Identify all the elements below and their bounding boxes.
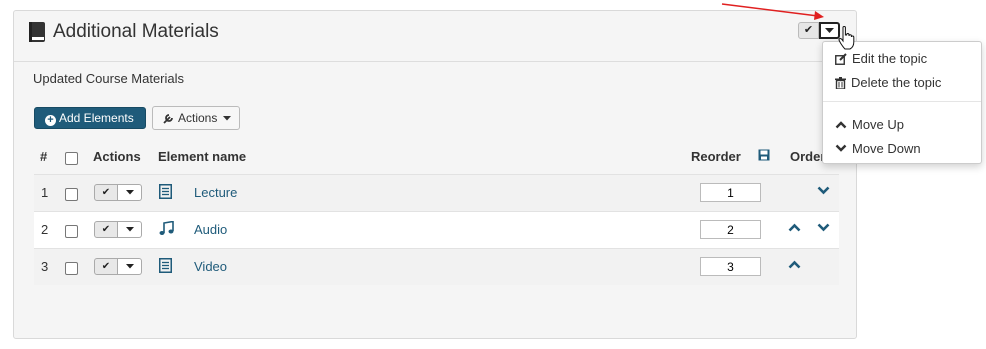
caret-down-icon: [125, 190, 134, 195]
panel-subtitle: Updated Course Materials: [33, 71, 185, 86]
caret-down-icon: [222, 116, 231, 121]
row-number: 1: [41, 185, 49, 200]
menu-item-edit-topic[interactable]: Edit the topic: [835, 51, 927, 66]
wrench-icon: [163, 114, 173, 124]
row-checkbox[interactable]: [65, 262, 78, 275]
menu-item-label: Edit the topic: [852, 51, 928, 66]
row-check-button[interactable]: ✔: [94, 221, 118, 238]
element-link[interactable]: Audio: [194, 222, 227, 237]
element-link[interactable]: Lecture: [194, 185, 237, 200]
reorder-input[interactable]: [700, 183, 761, 202]
chevron-up-icon: [835, 121, 847, 129]
row-dropdown-toggle[interactable]: [118, 258, 142, 275]
reorder-input[interactable]: [700, 220, 761, 239]
row-check-button[interactable]: ✔: [94, 184, 118, 201]
row-checkbox[interactable]: [65, 188, 78, 201]
annotation-arrow: [721, 3, 824, 20]
topic-actions-group: ✔: [798, 22, 840, 39]
chevron-up-icon[interactable]: [788, 223, 801, 232]
menu-item-label: Delete the topic: [851, 75, 942, 90]
caret-down-icon: [825, 28, 834, 33]
menu-item-move-down[interactable]: Move Down: [835, 141, 921, 156]
table-row: 1 ✔ Lecture: [34, 174, 839, 211]
row-check-button[interactable]: ✔: [94, 258, 118, 275]
actions-dropdown-button[interactable]: Actions: [152, 106, 240, 130]
select-all-checkbox[interactable]: [65, 152, 78, 165]
chevron-up-icon[interactable]: [788, 260, 801, 269]
row-actions-group: ✔: [94, 184, 142, 201]
music-icon: [159, 221, 174, 235]
row-dropdown-toggle[interactable]: [118, 184, 142, 201]
add-elements-button[interactable]: + Add Elements: [34, 107, 146, 129]
header-order: Order: [790, 149, 822, 164]
save-icon[interactable]: [758, 149, 770, 161]
menu-divider: [823, 101, 981, 102]
edit-icon: [835, 52, 847, 65]
table-row: 3 ✔ Video: [34, 248, 839, 285]
menu-item-move-up[interactable]: Move Up: [835, 117, 904, 132]
panel-title: Additional Materials: [53, 21, 219, 42]
topic-panel: Additional Materials ✔ Updated Course Ma…: [13, 10, 857, 339]
header-reorder: Reorder: [691, 149, 741, 164]
chevron-down-icon[interactable]: [817, 186, 830, 195]
row-checkbox[interactable]: [65, 225, 78, 238]
actions-label: Actions: [178, 111, 218, 125]
chevron-down-icon[interactable]: [817, 223, 830, 232]
caret-down-icon: [125, 264, 134, 269]
reorder-input[interactable]: [700, 257, 761, 276]
header-number: #: [40, 149, 48, 164]
row-number: 3: [41, 259, 49, 274]
trash-icon: [835, 76, 846, 89]
menu-item-label: Move Up: [852, 117, 905, 132]
menu-item-label: Move Down: [852, 141, 921, 156]
header-actions: Actions: [93, 149, 141, 164]
row-actions-group: ✔: [94, 221, 142, 238]
menu-item-delete-topic[interactable]: Delete the topic: [835, 75, 941, 90]
topic-check-button[interactable]: ✔: [798, 22, 819, 39]
caret-down-icon: [125, 227, 134, 232]
document-icon: [159, 184, 172, 199]
element-link[interactable]: Video: [194, 259, 227, 274]
row-actions-group: ✔: [94, 258, 142, 275]
plus-circle-icon: +: [45, 115, 56, 126]
topic-dropdown-toggle[interactable]: [819, 22, 840, 39]
table-row: 2 ✔ Audio: [34, 211, 839, 248]
topic-dropdown-menu: Edit the topic Delete the topic Move Up …: [822, 41, 982, 164]
add-elements-label: Add Elements: [59, 111, 134, 125]
chevron-down-icon: [835, 144, 847, 152]
row-dropdown-toggle[interactable]: [118, 221, 142, 238]
book-icon: [29, 22, 45, 42]
document-icon: [159, 258, 172, 273]
header-element-name: Element name: [158, 149, 247, 164]
row-number: 2: [41, 222, 49, 237]
hand-cursor-icon: [838, 26, 855, 50]
